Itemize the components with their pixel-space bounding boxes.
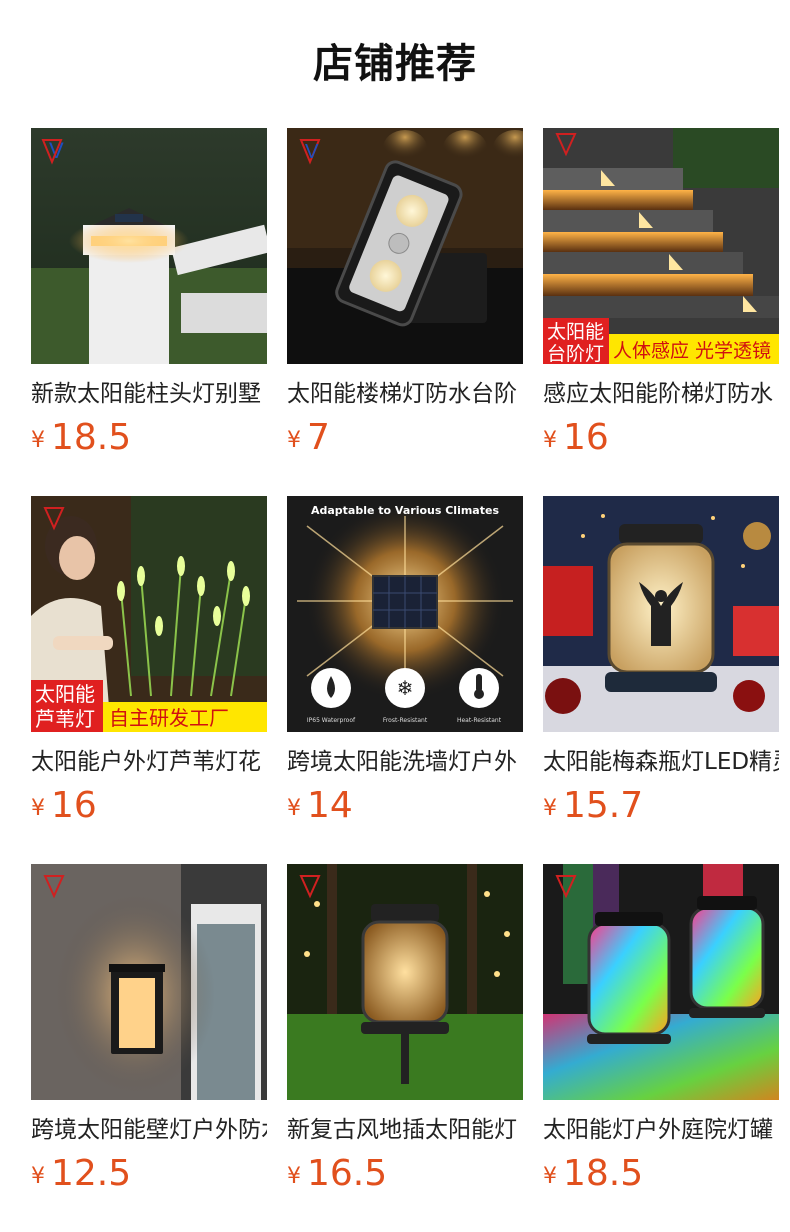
currency-symbol: ¥ xyxy=(287,428,301,453)
solar-rgb-jar-light-image xyxy=(543,864,779,1100)
solar-step-light-image: 太阳能 台阶灯 人体感应 光学透镜 xyxy=(543,128,779,364)
product-price-1: ¥18.5 xyxy=(31,418,267,464)
solar-reed-light-image: 太阳能 芦苇灯 自主研发工厂 xyxy=(31,496,267,732)
product-title-1[interactable]: 新款太阳能柱头灯别墅 xyxy=(31,378,267,410)
product-image-2[interactable]: V xyxy=(287,128,523,364)
snowflake-icon: ❄ xyxy=(397,676,414,700)
product-image-4[interactable]: 太阳能 芦苇灯 自主研发工厂 xyxy=(31,496,267,732)
section-title: 店铺推荐 xyxy=(313,41,477,87)
banner-tagline: 自主研发工厂 xyxy=(109,706,229,730)
product-card-5[interactable]: Adaptable to Various Climates ❄ IP65 Wat… xyxy=(287,496,523,832)
product-price-9: ¥18.5 xyxy=(543,1154,779,1200)
product-image-7[interactable] xyxy=(31,864,267,1100)
banner-line2: 芦苇灯 xyxy=(35,707,95,731)
solar-mason-jar-fairy-image xyxy=(543,496,779,732)
product-price-5: ¥14 xyxy=(287,786,523,832)
product-price-2: ¥7 xyxy=(287,418,523,464)
product-card-7[interactable]: 跨境太阳能壁灯户外防水 ¥12.5 xyxy=(31,864,267,1200)
banner-tagline: 人体感应 光学透镜 xyxy=(613,340,771,362)
price-amount: 16.5 xyxy=(307,1153,388,1194)
price-amount: 16 xyxy=(51,785,97,826)
price-amount: 15.7 xyxy=(563,785,644,826)
solar-wall-lantern-image xyxy=(31,864,267,1100)
currency-symbol: ¥ xyxy=(31,428,45,453)
product-title-8[interactable]: 新复古风地插太阳能灯 xyxy=(287,1114,523,1146)
product-card-3[interactable]: 太阳能 台阶灯 人体感应 光学透镜 感应太阳能阶梯灯防水 ¥16 xyxy=(543,128,779,464)
product-title-9[interactable]: 太阳能灯户外庭院灯罐 xyxy=(543,1114,779,1146)
product-title-3[interactable]: 感应太阳能阶梯灯防水 xyxy=(543,378,779,410)
currency-symbol: ¥ xyxy=(287,796,301,821)
feature-label-2: Frost-Resistant xyxy=(383,717,428,724)
product-price-8: ¥16.5 xyxy=(287,1154,523,1200)
price-amount: 12.5 xyxy=(51,1153,132,1194)
product-card-9[interactable]: 太阳能灯户外庭院灯罐 ¥18.5 xyxy=(543,864,779,1200)
product-grid: V 新款太阳能柱头灯别墅 ¥18.5 V 太阳能楼梯灯防水台阶 ¥ 7 太阳能 … xyxy=(31,128,783,1200)
currency-symbol: ¥ xyxy=(543,796,557,821)
product-image-5[interactable]: Adaptable to Various Climates ❄ IP65 Wat… xyxy=(287,496,523,732)
feature-label-3: Heat-Resistant xyxy=(457,717,502,724)
product-image-1[interactable]: V xyxy=(31,128,267,364)
product-title-4[interactable]: 太阳能户外灯芦苇灯花 xyxy=(31,746,267,778)
product-card-2[interactable]: V 太阳能楼梯灯防水台阶 ¥7 xyxy=(287,128,523,464)
product-price-7: ¥12.5 xyxy=(31,1154,267,1200)
currency-symbol: ¥ xyxy=(543,1164,557,1189)
product-price-4: ¥16 xyxy=(31,786,267,832)
solar-stair-light-image: V xyxy=(287,128,523,364)
image-caption: Adaptable to Various Climates xyxy=(311,504,499,517)
product-image-6[interactable] xyxy=(543,496,779,732)
product-title-6[interactable]: 太阳能梅森瓶灯LED精灵 xyxy=(543,746,779,778)
solar-post-cap-light-image: V xyxy=(31,128,267,364)
product-image-9[interactable] xyxy=(543,864,779,1100)
product-title-7[interactable]: 跨境太阳能壁灯户外防水 xyxy=(31,1114,267,1146)
price-amount: 14 xyxy=(307,785,353,826)
price-amount: 18.5 xyxy=(563,1153,644,1194)
price-amount: 18.5 xyxy=(51,417,132,458)
currency-symbol: ¥ xyxy=(287,1164,301,1189)
banner-line2: 台阶灯 xyxy=(547,343,604,364)
banner-line1: 太阳能 xyxy=(35,682,95,706)
currency-symbol: ¥ xyxy=(31,796,45,821)
shop-recommend-page: 店铺推荐 V 新款太阳能柱头灯别墅 ¥ 18.5 V 太阳能楼梯灯防水台阶 ¥ … xyxy=(0,0,790,1232)
product-title-2[interactable]: 太阳能楼梯灯防水台阶 xyxy=(287,378,523,410)
product-image-3[interactable]: 太阳能 台阶灯 人体感应 光学透镜 xyxy=(543,128,779,364)
solar-wall-washer-image: Adaptable to Various Climates ❄ IP65 Wat… xyxy=(287,496,523,732)
solar-stake-jar-light-image xyxy=(287,864,523,1100)
price-amount: 7 xyxy=(307,417,330,458)
product-card-6[interactable]: 太阳能梅森瓶灯LED精灵 ¥15.7 xyxy=(543,496,779,832)
price-amount: 16 xyxy=(563,417,609,458)
currency-symbol: ¥ xyxy=(31,1164,45,1189)
product-price-6: ¥15.7 xyxy=(543,786,779,832)
svg-text:V: V xyxy=(305,141,319,163)
product-image-8[interactable] xyxy=(287,864,523,1100)
feature-label-1: IP65 Waterproof xyxy=(307,717,356,724)
product-price-3: ¥16 xyxy=(543,418,779,464)
product-title-5[interactable]: 跨境太阳能洗墙灯户外 xyxy=(287,746,523,778)
currency-symbol: ¥ xyxy=(543,428,557,453)
product-card-4[interactable]: 太阳能 芦苇灯 自主研发工厂 太阳能户外灯芦苇灯花 ¥16 xyxy=(31,496,267,832)
product-card-8[interactable]: 新复古风地插太阳能灯 ¥16.5 xyxy=(287,864,523,1200)
banner-line1: 太阳能 xyxy=(547,321,604,343)
product-card-1[interactable]: V 新款太阳能柱头灯别墅 ¥18.5 xyxy=(31,128,267,464)
